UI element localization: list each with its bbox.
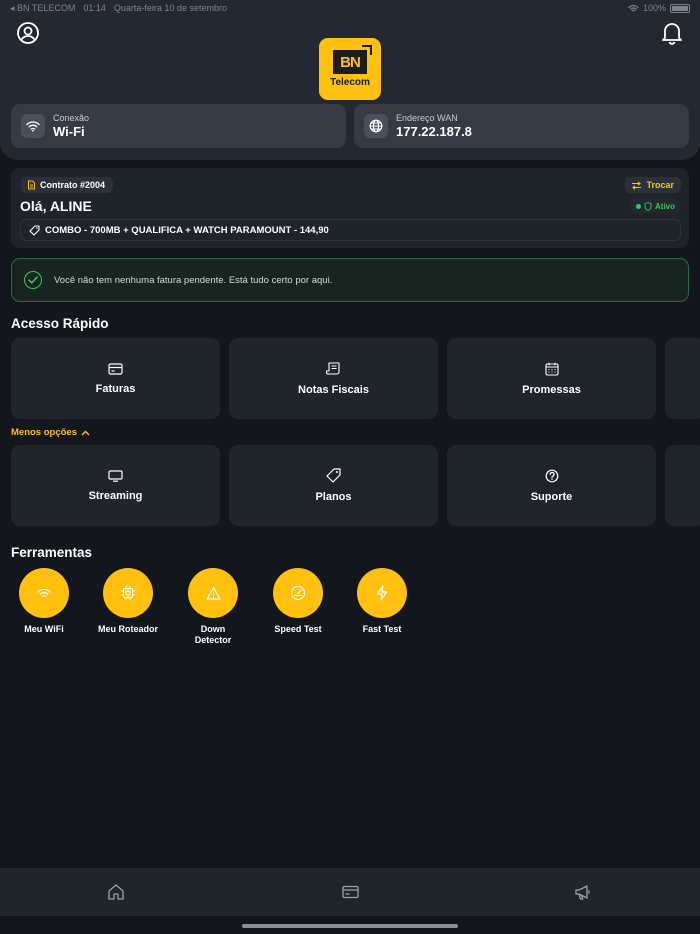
wifi-icon [19,568,69,618]
switch-contract-label: Trocar [646,180,674,190]
nav-home[interactable] [106,882,126,902]
calendar-icon [544,362,559,376]
less-options-label: Menos opções [11,427,77,438]
home-indicator [242,924,458,928]
tool-label: Meu WiFi [24,624,64,634]
credit-card-icon [108,362,123,375]
home-icon [107,883,125,901]
logo-text: Telecom [330,77,370,88]
notifications-button[interactable] [660,21,684,45]
tool-down-detector[interactable]: Down Detector [178,568,248,646]
quick-access-title: Acesso Rápido [11,316,109,331]
swap-icon [631,180,642,190]
tile-promessas[interactable]: Promessas [447,338,656,419]
app-screen: ◂ BN TELECOM 01:14 Quarta-feira 10 de se… [0,0,700,934]
contract-chip: Contrato #2004 [21,177,114,193]
battery-level [672,5,688,11]
tool-speed-test[interactable]: Speed Test [263,568,333,635]
shield-check-icon [644,201,652,211]
status-dot [636,203,641,209]
status-time: 01:14 [83,2,106,13]
warning-icon [188,568,238,618]
connection-card[interactable]: Conexão Wi-Fi [11,104,346,148]
nav-announcements[interactable] [573,882,593,902]
tile-label: Streaming [88,489,143,502]
globe-icon [364,114,388,138]
tile-label: Faturas [95,382,136,395]
document-icon [27,180,36,190]
connection-value: Wi-Fi [53,124,85,139]
user-circle-icon [16,21,40,45]
plan-name: COMBO - 700MB + QUALIFICA + WATCH PARAMO… [45,224,329,236]
wan-label: Endereço WAN [396,113,458,123]
tool-label: Fast Test [362,624,402,634]
gauge-icon [273,568,323,618]
lightning-icon [357,568,407,618]
wan-card[interactable]: Endereço WAN 177.22.187.8 [354,104,689,148]
contract-number: Contrato #2004 [40,180,106,190]
status-date: Quarta-feira 10 de setembro [113,2,227,13]
chip-icon [103,568,153,618]
tile-label: Promessas [522,383,581,396]
tile-notas-fiscais[interactable]: Notas Fiscais [229,338,438,419]
tile-faturas[interactable]: Faturas [11,338,220,419]
tile-more[interactable] [665,338,700,419]
tool-fast-test[interactable]: Fast Test [347,568,417,635]
status-bar: ◂ BN TELECOM 01:14 Quarta-feira 10 de se… [0,0,700,16]
plan-row[interactable]: COMBO - 700MB + QUALIFICA + WATCH PARAMO… [20,219,681,241]
battery-percent: 100% [642,3,666,13]
help-circle-icon [545,469,559,483]
bell-icon [661,21,683,45]
tag-icon [326,468,341,483]
nav-invoices[interactable] [340,882,360,902]
status-badge: Ativo [630,199,681,213]
carrier-label: ◂ BN TELECOM [10,2,76,13]
check-circle-icon [24,271,42,289]
wan-value: 177.22.187.8 [396,124,472,139]
tile-streaming[interactable]: Streaming [11,445,220,526]
wifi-icon [21,114,45,138]
status-label: Ativo [655,201,675,211]
alert-message: Você não tem nenhuma fatura pendente. Es… [54,274,333,286]
tile-suporte[interactable]: Suporte [447,445,656,526]
logo-mark: BN [333,45,372,74]
tile-label: Notas Fiscais [298,383,369,396]
no-pending-invoice-alert: Você não tem nenhuma fatura pendente. Es… [11,258,689,302]
credit-card-icon [341,885,359,899]
tile-label: Suporte [530,490,573,503]
tool-label: Down Detector [194,624,232,645]
tile-more[interactable] [665,445,700,526]
battery-icon [670,3,690,13]
tile-label: Planos [315,491,352,503]
less-options-toggle[interactable]: Menos opções [11,427,90,438]
megaphone-icon [574,884,592,901]
tools-title: Ferramentas [11,545,93,560]
contract-card: Contrato #2004 Trocar Olá, ALINE Ativo C… [11,168,689,248]
tag-icon [29,224,40,236]
profile-button[interactable] [16,21,40,45]
tv-icon [108,469,123,482]
chevron-up-icon [81,430,90,436]
tool-label: Meu Roteador [97,624,158,634]
receipt-icon [326,361,341,376]
tool-meu-roteador[interactable]: Meu Roteador [93,568,163,635]
tool-meu-wifi[interactable]: Meu WiFi [9,568,79,635]
greeting: Olá, ALINE [20,198,92,214]
switch-contract-button[interactable]: Trocar [625,177,681,193]
wifi-status-icon [628,4,639,13]
connection-label: Conexão [53,113,90,123]
tool-label: Speed Test [274,624,322,634]
bn-telecom-logo: BN Telecom [319,38,381,100]
tile-planos[interactable]: Planos [229,445,438,526]
